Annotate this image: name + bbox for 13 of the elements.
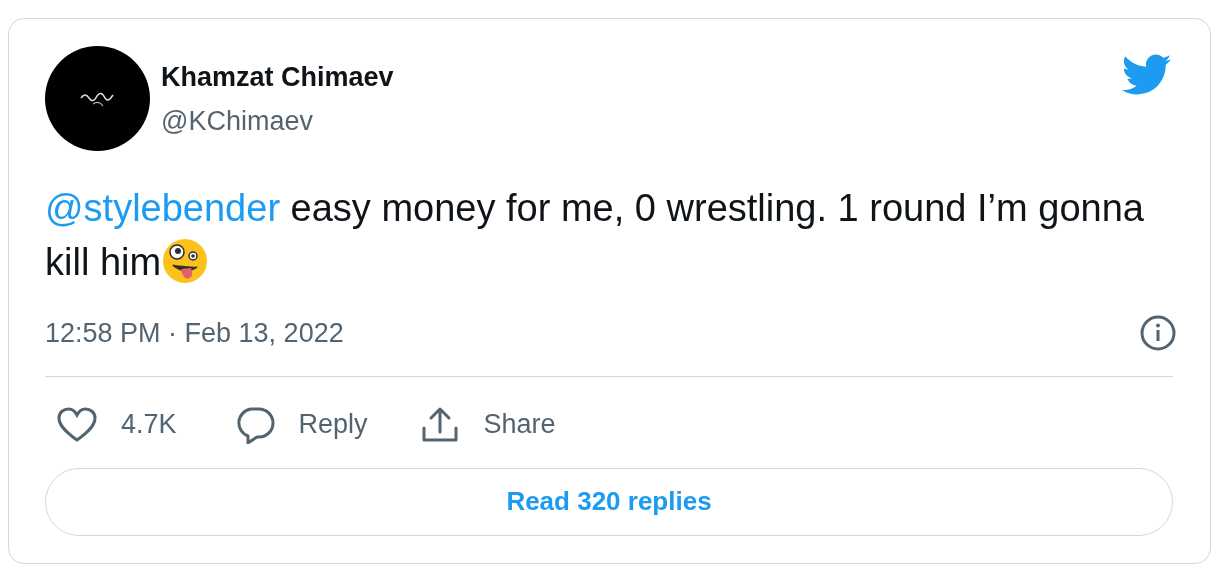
bird-logo-icon[interactable] xyxy=(1122,54,1172,96)
action-label[interactable]: Share xyxy=(483,404,556,445)
avatar[interactable] xyxy=(45,46,150,151)
author-handle[interactable]: @KChimaev xyxy=(161,105,394,137)
like-count[interactable]: 4.7K xyxy=(121,404,177,445)
tweet-text: @stylebender easy money for me, 0 wrestling. 1 round I’m gonna kill him xyxy=(45,186,1145,287)
heart-icon[interactable] xyxy=(57,406,97,443)
timestamp[interactable]: 12:58 PM · Feb 13, 2022 xyxy=(45,313,344,354)
action-label[interactable]: Reply xyxy=(298,404,368,445)
info-icon[interactable] xyxy=(1139,314,1177,353)
author-name[interactable]: Khamzat Chimaev xyxy=(161,61,394,93)
zany-face-icon xyxy=(161,237,210,285)
speech-bubble-icon[interactable] xyxy=(234,405,275,444)
